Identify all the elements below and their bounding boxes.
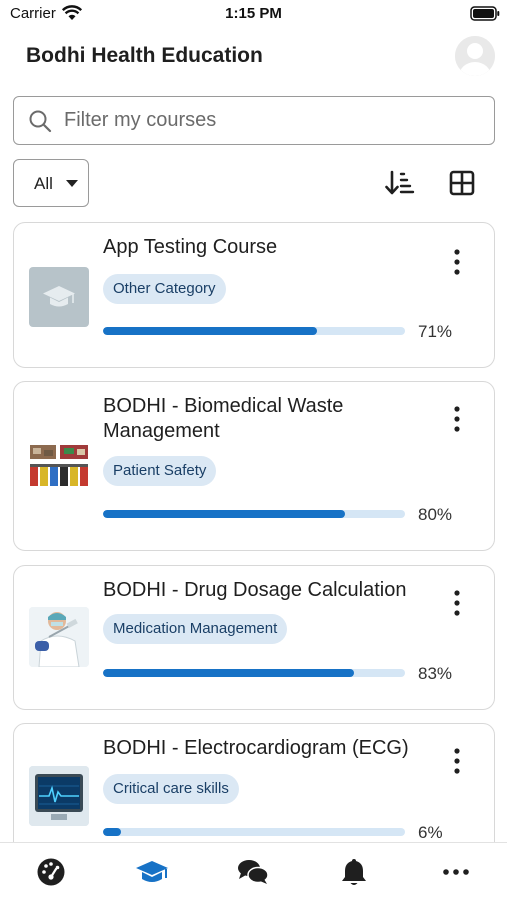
user-avatar-icon xyxy=(455,36,495,76)
course-thumbnail xyxy=(29,442,89,502)
messages-icon xyxy=(238,860,269,884)
graduation-cap-icon xyxy=(43,286,75,307)
tab-dashboard[interactable] xyxy=(31,851,71,891)
battery-icon xyxy=(470,6,500,21)
sort-icon xyxy=(385,170,415,195)
dashboard-icon xyxy=(37,858,65,886)
sort-button[interactable] xyxy=(382,166,416,200)
course-card[interactable]: BODHI - Biomedical Waste Management Pati… xyxy=(13,381,495,551)
progress-fill xyxy=(103,510,345,518)
tab-messages[interactable] xyxy=(233,851,273,891)
search-input[interactable] xyxy=(64,97,484,144)
more-options-icon[interactable] xyxy=(446,588,468,618)
course-thumbnail xyxy=(29,267,89,327)
progress-bar xyxy=(103,510,405,518)
progress-percent: 6% xyxy=(418,823,443,842)
progress-bar xyxy=(103,828,405,836)
progress-fill xyxy=(103,327,318,335)
course-thumbnail xyxy=(29,607,89,667)
search-icon xyxy=(28,109,52,133)
course-title: App Testing Course xyxy=(103,236,278,258)
tab-my-courses[interactable] xyxy=(132,851,172,891)
course-title: BODHI - Biomedical Waste Management xyxy=(103,395,344,442)
course-card[interactable]: BODHI - Electrocardiogram (ECG) Critical… xyxy=(13,723,495,842)
search-box xyxy=(13,96,495,145)
progress-bar xyxy=(103,327,405,335)
ecg-monitor-image xyxy=(29,766,89,826)
category-badge: Patient Safety xyxy=(103,456,217,486)
bottom-tab-bar xyxy=(0,842,507,900)
course-filter-select[interactable]: All xyxy=(13,159,89,207)
grid-icon xyxy=(449,170,475,196)
more-options-icon[interactable] xyxy=(446,746,468,776)
page-title: Bodhi Health Education xyxy=(26,44,263,67)
doctor-syringe-image xyxy=(29,607,89,667)
more-icon xyxy=(443,869,469,875)
app-header: Bodhi Health Education xyxy=(0,30,507,88)
course-list: App Testing Course Other Category 71% BO… xyxy=(0,222,507,842)
progress-percent: 80% xyxy=(418,505,453,524)
waste-bins-image xyxy=(30,445,88,486)
status-time: 1:15 PM xyxy=(225,5,282,22)
status-bar: Carrier 1:15 PM xyxy=(0,0,507,30)
category-badge: Medication Management xyxy=(103,614,288,644)
course-title: BODHI - Electrocardiogram (ECG) xyxy=(103,737,409,759)
progress-percent: 83% xyxy=(418,664,453,683)
caret-down-icon xyxy=(66,180,78,187)
grid-view-button[interactable] xyxy=(446,167,478,199)
tab-notifications[interactable] xyxy=(334,851,374,891)
notifications-icon xyxy=(342,859,366,885)
category-badge: Other Category xyxy=(103,274,226,304)
filter-selected-label: All xyxy=(34,174,53,193)
course-title: BODHI - Drug Dosage Calculation xyxy=(103,579,407,601)
progress-fill xyxy=(103,828,122,836)
course-thumbnail xyxy=(29,766,89,826)
progress-bar xyxy=(103,669,405,677)
more-options-icon[interactable] xyxy=(446,404,468,434)
progress-fill xyxy=(103,669,354,677)
more-options-icon[interactable] xyxy=(446,247,468,277)
tab-more[interactable] xyxy=(436,851,476,891)
avatar[interactable] xyxy=(455,36,495,76)
category-badge: Critical care skills xyxy=(103,774,239,804)
progress-percent: 71% xyxy=(418,322,453,341)
course-card[interactable]: BODHI - Drug Dosage Calculation Medicati… xyxy=(13,565,495,710)
course-card[interactable]: App Testing Course Other Category 71% xyxy=(13,222,495,368)
courses-icon xyxy=(136,861,168,882)
